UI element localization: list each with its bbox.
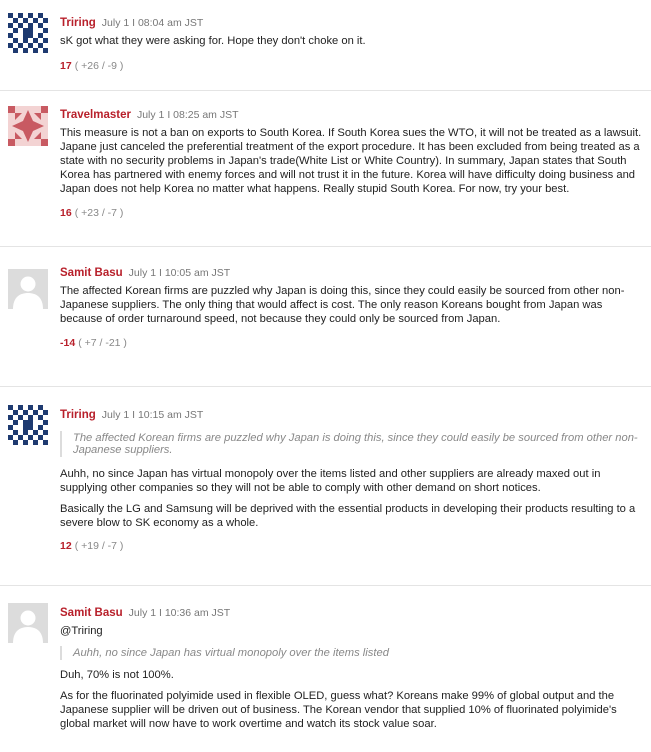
default-user-avatar-icon[interactable] — [8, 603, 48, 643]
vote-detail: ( +19 / -7 ) — [74, 540, 124, 552]
comment-paragraph: As for the fluorinated polyimide used in… — [60, 690, 617, 730]
vote-score: 12 — [60, 540, 72, 552]
comment-author[interactable]: Triring — [60, 17, 96, 29]
vote-detail: ( +23 / -7 ) — [74, 207, 124, 219]
comment-body: @Triring — [60, 624, 643, 638]
comment-paragraph: The affected Korean firms are puzzled wh… — [60, 285, 625, 325]
comment-date: July 1 I 10:05 am JST — [128, 267, 231, 279]
default-user-avatar-icon[interactable] — [8, 269, 48, 309]
comment-paragraph: Basically the LG and Samsung will be dep… — [60, 503, 636, 529]
comment: Triring July 1 I 10:15 am JST The affecte… — [0, 387, 651, 586]
comment-mention[interactable]: @Triring — [60, 624, 643, 638]
vote-detail: ( +26 / -9 ) — [74, 60, 124, 72]
comment-author[interactable]: Travelmaster — [60, 109, 131, 121]
vote-score: 17 — [60, 60, 72, 72]
vote-detail: ( +7 / -21 ) — [78, 337, 127, 349]
comment-body: This measure is not a ban on exports to … — [60, 126, 643, 196]
vote-score: -14 — [60, 337, 76, 349]
comment-author[interactable]: Samit Basu — [60, 607, 123, 619]
comment-date: July 1 I 10:36 am JST — [128, 607, 231, 619]
comment-paragraph: Duh, 70% is not 100%. — [60, 669, 174, 681]
comment-meta: Triring July 1 I 08:04 am JST — [60, 16, 643, 30]
comment-paragraph: This measure is not a ban on exports to … — [60, 127, 642, 195]
comment-votes: -14( +7 / -21 ) — [60, 336, 643, 350]
comment-date: July 1 I 08:25 am JST — [136, 109, 239, 121]
comment-body: Duh, 70% is not 100%. As for the fluorin… — [60, 668, 643, 731]
vote-score: 16 — [60, 207, 72, 219]
comment-meta: Travelmaster July 1 I 08:25 am JST — [60, 108, 643, 122]
comment-body: sK got what they were asking for. Hope t… — [60, 34, 643, 48]
user-avatar-icon[interactable] — [8, 405, 48, 445]
comment-votes: 17( +26 / -9 ) — [60, 59, 643, 73]
quoted-text: The affected Korean firms are puzzled wh… — [60, 431, 643, 457]
comment: Samit Basu July 1 I 10:36 am JST @Triring… — [0, 586, 651, 752]
comment: Travelmaster July 1 I 08:25 am JST This m… — [0, 91, 651, 247]
comment: Samit Basu July 1 I 10:05 am JST The affe… — [0, 247, 651, 387]
comment-body: Auhh, no since Japan has virtual monopol… — [60, 467, 643, 530]
user-avatar-icon[interactable] — [8, 13, 48, 53]
comment-meta: Triring July 1 I 10:15 am JST — [60, 408, 643, 422]
comment-thread: Triring July 1 I 08:04 am JST sK got what… — [0, 0, 651, 752]
comment-date: July 1 I 10:15 am JST — [101, 409, 204, 421]
comment-author[interactable]: Triring — [60, 409, 96, 421]
comment-meta: Samit Basu July 1 I 10:36 am JST — [60, 606, 643, 620]
comment-date: July 1 I 08:04 am JST — [101, 17, 204, 29]
comment-votes: 12( +19 / -7 ) — [60, 539, 643, 553]
quoted-text: Auhh, no since Japan has virtual monopol… — [60, 646, 643, 660]
comment-author[interactable]: Samit Basu — [60, 267, 123, 279]
user-avatar-icon[interactable] — [8, 106, 48, 146]
comment-paragraph: Auhh, no since Japan has virtual monopol… — [60, 468, 601, 494]
comment-body: The affected Korean firms are puzzled wh… — [60, 284, 643, 326]
comment-meta: Samit Basu July 1 I 10:05 am JST — [60, 266, 643, 280]
comment: Triring July 1 I 08:04 am JST sK got what… — [0, 0, 651, 91]
comment-paragraph: sK got what they were asking for. Hope t… — [60, 35, 366, 47]
comment-votes: 16( +23 / -7 ) — [60, 206, 643, 220]
